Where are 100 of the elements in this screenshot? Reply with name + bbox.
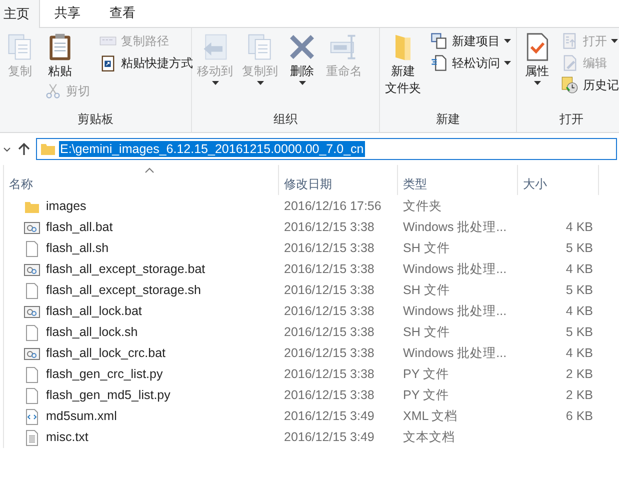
address-field[interactable]: E:\gemini_images_6.12.15_20161215.0000.00_7.0_cn — [36, 138, 617, 160]
ribbon-button[interactable]: 属性 — [519, 28, 555, 110]
easy-access-icon — [430, 54, 448, 72]
date-cell-text: 2016/12/15 3:38 — [283, 366, 376, 384]
size-cell-text: 6 KB — [566, 408, 593, 426]
size-cell-text: 2 KB — [566, 387, 593, 404]
type-cell-text: PY 文件 — [402, 366, 450, 384]
type-cell-text: Windows 批处理... — [402, 219, 508, 236]
type-cell-text: SH 文件 — [402, 324, 451, 342]
file-name: misc.txt — [46, 429, 88, 446]
gears-icon — [24, 220, 40, 236]
gears-icon — [24, 262, 40, 278]
group-label: 剪贴板 — [78, 111, 114, 128]
caret-icon — [504, 61, 511, 65]
file-row[interactable]: flash_all.bat 2016/12/15 3:38 Windows 批处理... 4 KB — [4, 217, 619, 238]
file-icon — [24, 324, 40, 340]
new-item-icon — [430, 32, 448, 50]
edit-icon — [561, 54, 579, 72]
type-cell-text: XML 文档 — [402, 408, 459, 426]
sort-icon — [145, 167, 154, 173]
file-name: flash_all_except_storage.sh — [46, 282, 201, 300]
column-header[interactable]: 修改日期 — [279, 165, 398, 195]
date-cell-text: 2016/12/15 3:38 — [283, 345, 376, 362]
group-label: 组织 — [274, 111, 298, 128]
type-cell-text: 文本文档 — [402, 429, 456, 446]
folder-icon — [40, 141, 56, 157]
date-cell-text: 2016/12/16 17:56 — [283, 198, 382, 216]
size-cell-text: 2 KB — [566, 366, 593, 384]
caret-icon — [298, 81, 306, 85]
date-cell-text: 2016/12/15 3:38 — [283, 261, 376, 278]
file-name: images — [46, 198, 86, 216]
file-row[interactable]: misc.txt 2016/12/15 3:49 文本文档 — [4, 427, 619, 448]
group-label: 新建 — [436, 111, 460, 128]
ribbon-button[interactable]: 粘贴 — [41, 28, 79, 80]
shortcut-icon — [99, 54, 117, 72]
caret-icon — [534, 81, 540, 85]
date-cell-text: 2016/12/15 3:38 — [283, 303, 376, 320]
type-cell-text: Windows 批处理... — [402, 345, 508, 362]
group-label: 打开 — [560, 111, 584, 128]
ribbon-button[interactable]: 粘贴快捷方式 — [96, 52, 196, 74]
size-cell-text: 5 KB — [566, 282, 593, 300]
file-name: md5sum.xml — [46, 408, 117, 426]
text-file-icon — [24, 430, 40, 446]
date-cell-text: 2016/12/15 3:38 — [283, 219, 376, 236]
date-cell-text: 2016/12/15 3:38 — [283, 282, 376, 300]
ribbon-tab[interactable]: 主页 — [0, 0, 40, 28]
file-name: flash_gen_crc_list.py — [46, 366, 163, 384]
ribbon-button[interactable]: 删除 — [284, 28, 320, 110]
file-row[interactable]: flash_all_lock.bat 2016/12/15 3:38 Windows 批处理... 4 KB — [4, 301, 619, 322]
file-row[interactable]: flash_all_except_storage.bat 2016/12/15 3:38 Windows 批处理... 4 KB — [4, 259, 619, 280]
date-cell-text: 2016/12/15 3:38 — [283, 240, 376, 258]
column-header[interactable]: 名称 — [4, 165, 279, 195]
ribbon-button[interactable]: 历史记 — [558, 74, 619, 96]
gears-icon — [24, 346, 40, 362]
file-name: flash_all_lock.bat — [46, 303, 142, 320]
caret-icon — [212, 81, 218, 85]
column-header[interactable]: 类型 — [398, 165, 518, 195]
file-row[interactable]: flash_all_lock_crc.bat 2016/12/15 3:38 Windows 批处理... 4 KB — [4, 343, 619, 364]
file-icon — [24, 388, 40, 404]
file-row[interactable]: flash_all_lock.sh 2016/12/15 3:38 SH 文件 5 KB — [4, 322, 619, 343]
type-cell-text: PY 文件 — [402, 387, 450, 404]
code-file-icon — [24, 408, 40, 424]
caret-icon — [504, 39, 511, 43]
file-name: flash_all_lock.sh — [46, 324, 138, 342]
size-cell-text: 5 KB — [566, 240, 593, 258]
date-cell-text: 2016/12/15 3:38 — [283, 387, 376, 404]
ribbon-button[interactable]: 轻松访问 — [427, 52, 514, 74]
file-row[interactable]: flash_all.sh 2016/12/15 3:38 SH 文件 5 KB — [4, 238, 619, 259]
size-cell-text: 5 KB — [566, 324, 593, 342]
file-name: flash_all_except_storage.bat — [46, 261, 206, 278]
type-cell-text: Windows 批处理... — [402, 303, 508, 320]
delete-icon — [287, 32, 317, 62]
file-row[interactable]: flash_gen_md5_list.py 2016/12/15 3:38 PY 文件 2 KB — [4, 385, 619, 406]
file-row[interactable]: flash_gen_crc_list.py 2016/12/15 3:38 PY 文件 2 KB — [4, 364, 619, 385]
type-cell-text: SH 文件 — [402, 282, 451, 300]
file-name: flash_all.sh — [46, 240, 109, 258]
size-cell-text: 4 KB — [566, 261, 593, 278]
file-row[interactable]: images 2016/12/16 17:56 文件夹 — [4, 196, 619, 217]
scissors-icon — [44, 82, 62, 100]
size-cell-text: 4 KB — [566, 219, 593, 236]
file-icon — [24, 282, 40, 298]
type-cell-text: Windows 批处理... — [402, 261, 508, 278]
type-cell-text: SH 文件 — [402, 240, 451, 258]
date-cell-text: 2016/12/15 3:49 — [283, 408, 376, 426]
history-icon — [561, 76, 579, 94]
file-name: flash_all_lock_crc.bat — [46, 345, 166, 362]
ribbon-button[interactable]: 新建 文件夹 — [382, 28, 424, 110]
file-icon — [24, 366, 40, 382]
ribbon-button[interactable]: 新建项目 — [427, 30, 514, 52]
up-arrow-icon[interactable] — [18, 142, 30, 156]
file-icon — [24, 240, 40, 256]
type-cell-text: 文件夹 — [402, 198, 443, 216]
file-row[interactable]: md5sum.xml 2016/12/15 3:49 XML 文档 6 KB — [4, 406, 619, 427]
file-row[interactable]: flash_all_except_storage.sh 2016/12/15 3:38 SH 文件 5 KB — [4, 280, 619, 301]
gears-icon — [24, 304, 40, 320]
file-name: flash_gen_md5_list.py — [46, 387, 170, 404]
date-cell-text: 2016/12/15 3:38 — [283, 324, 376, 342]
caret-icon — [256, 81, 264, 85]
size-cell-text: 4 KB — [566, 345, 593, 362]
column-header[interactable]: 大小 — [518, 165, 599, 195]
